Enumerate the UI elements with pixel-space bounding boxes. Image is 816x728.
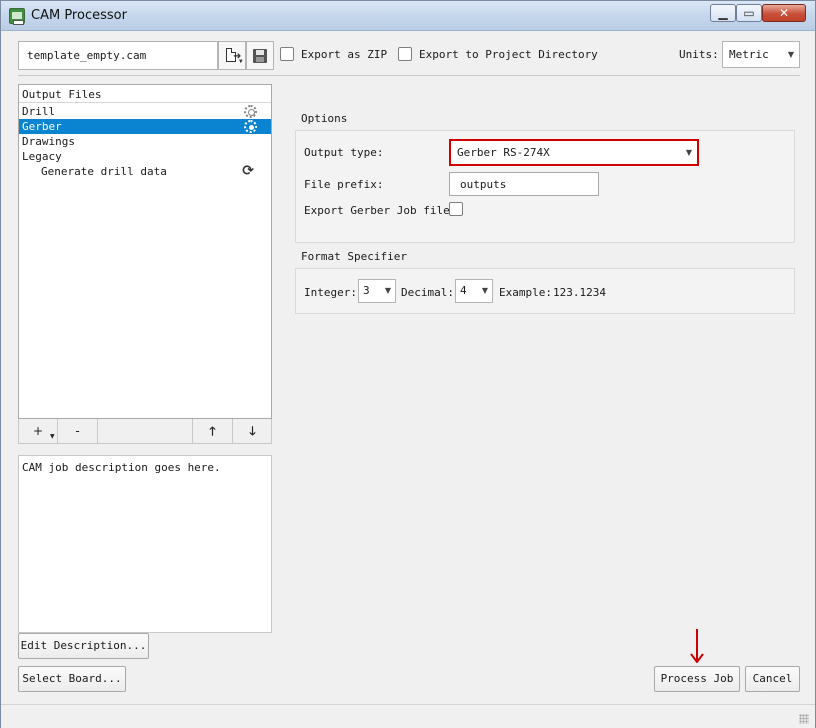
integer-label: Integer: bbox=[304, 286, 357, 299]
tree-item-generate-drill-data[interactable]: Generate drill data ⟳ bbox=[19, 164, 271, 179]
format-group-title: Format Specifier bbox=[301, 250, 407, 263]
chevron-down-icon: ▼ bbox=[50, 433, 55, 440]
job-description-text[interactable]: CAM job description goes here. bbox=[18, 455, 272, 633]
tree-item-drawings[interactable]: Drawings bbox=[19, 134, 271, 149]
chevron-down-icon: ▼ bbox=[787, 50, 794, 59]
toolbar-spacer bbox=[98, 419, 193, 443]
tree-item-drill[interactable]: Drill bbox=[19, 104, 271, 119]
arrow-up-icon: 🡑 bbox=[209, 424, 216, 438]
chevron-down-icon: ▼ bbox=[685, 148, 692, 157]
tree-item-label: Generate drill data bbox=[41, 165, 167, 178]
export-job-file-checkbox[interactable] bbox=[449, 202, 463, 216]
output-type-value: Gerber RS-274X bbox=[457, 146, 550, 159]
toolbar-divider bbox=[18, 75, 800, 76]
cancel-button[interactable]: Cancel bbox=[745, 666, 800, 692]
output-type-select[interactable]: Gerber RS-274X ▼ bbox=[449, 139, 699, 166]
tree-item-label: Drill bbox=[22, 105, 56, 118]
tree-item-label: Gerber bbox=[22, 120, 62, 133]
example-label: Example: bbox=[499, 286, 552, 299]
new-file-button[interactable]: ➜ ▼ bbox=[218, 41, 246, 70]
units-select[interactable]: Metric ▼ bbox=[722, 41, 800, 68]
chevron-down-icon: ▼ bbox=[481, 286, 488, 295]
edit-description-button[interactable]: Edit Description... bbox=[18, 633, 149, 659]
output-type-label: Output type: bbox=[304, 146, 384, 159]
file-prefix-input[interactable]: outputs bbox=[449, 172, 599, 196]
export-project-dir-checkbox[interactable] bbox=[398, 47, 412, 61]
save-icon bbox=[253, 49, 267, 63]
move-up-button[interactable]: 🡑 bbox=[193, 419, 233, 443]
decimal-label: Decimal: bbox=[401, 286, 454, 299]
chevron-down-icon: ▼ bbox=[239, 58, 243, 65]
red-arrow-annotation bbox=[690, 629, 704, 663]
file-prefix-label: File prefix: bbox=[304, 178, 384, 191]
template-file-field[interactable]: template_empty.cam bbox=[18, 41, 218, 70]
tree-item-label: Drawings bbox=[22, 135, 75, 148]
export-job-file-label: Export Gerber Job file: bbox=[304, 204, 457, 217]
resize-grip-icon[interactable] bbox=[799, 714, 809, 724]
gear-icon[interactable] bbox=[244, 105, 257, 118]
save-button[interactable] bbox=[246, 41, 274, 70]
refresh-icon[interactable]: ⟳ bbox=[242, 164, 254, 179]
remove-output-button[interactable]: - bbox=[58, 419, 98, 443]
units-value: Metric bbox=[729, 48, 769, 61]
integer-value: 3 bbox=[363, 284, 370, 297]
export-zip-checkbox[interactable] bbox=[280, 47, 294, 61]
tree-header: Output Files bbox=[19, 85, 271, 103]
plus-icon: + bbox=[32, 424, 44, 438]
output-files-tree[interactable]: Output Files Drill Gerber Drawings Legac… bbox=[18, 84, 272, 419]
tree-item-label: Legacy bbox=[22, 150, 62, 163]
decimal-value: 4 bbox=[460, 284, 467, 297]
window-title: CAM Processor bbox=[31, 8, 127, 23]
client-area: template_empty.cam ➜ ▼ Export as ZIP Exp… bbox=[1, 32, 815, 728]
maximize-button[interactable]: ▭ bbox=[736, 4, 762, 22]
integer-select[interactable]: 3 ▼ bbox=[358, 279, 396, 303]
cam-processor-window: CAM Processor ▁ ▭ ✕ template_empty.cam ➜… bbox=[0, 0, 816, 728]
gear-icon[interactable] bbox=[244, 120, 257, 133]
export-zip-label[interactable]: Export as ZIP bbox=[301, 48, 387, 61]
decimal-select[interactable]: 4 ▼ bbox=[455, 279, 493, 303]
minimize-button[interactable]: ▁ bbox=[710, 4, 736, 22]
tree-toolbar: + ▼ - 🡑 🡓 bbox=[18, 419, 272, 444]
tree-item-legacy[interactable]: Legacy bbox=[19, 149, 271, 164]
options-group-title: Options bbox=[301, 112, 348, 125]
move-down-button[interactable]: 🡓 bbox=[233, 419, 272, 443]
title-bar[interactable]: CAM Processor ▁ ▭ ✕ bbox=[1, 1, 815, 31]
close-button[interactable]: ✕ bbox=[762, 4, 806, 22]
add-output-button[interactable]: + ▼ bbox=[19, 419, 58, 443]
app-icon bbox=[9, 8, 25, 25]
tree-item-gerber[interactable]: Gerber bbox=[19, 119, 271, 134]
select-board-button[interactable]: Select Board... bbox=[18, 666, 126, 692]
process-job-button[interactable]: Process Job bbox=[654, 666, 740, 692]
arrow-down-icon: 🡓 bbox=[249, 424, 256, 438]
chevron-down-icon: ▼ bbox=[384, 286, 391, 295]
status-bar bbox=[1, 704, 815, 728]
export-project-dir-label[interactable]: Export to Project Directory bbox=[419, 48, 598, 61]
units-label: Units: bbox=[679, 48, 719, 61]
example-value: 123.1234 bbox=[553, 286, 606, 299]
